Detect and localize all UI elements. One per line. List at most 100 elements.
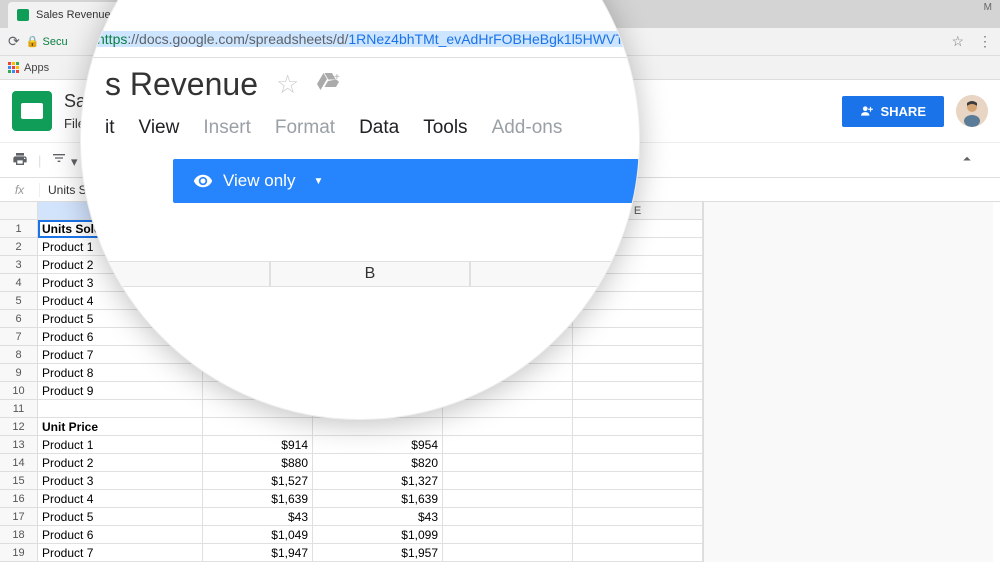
cell[interactable] xyxy=(573,346,703,364)
table-row: 12Unit Price xyxy=(0,418,703,436)
cell[interactable]: Product 1 xyxy=(38,436,203,454)
cell[interactable]: $954 xyxy=(313,436,443,454)
document-title-zoomed[interactable]: s Revenue xyxy=(105,66,258,103)
cell[interactable]: $1,527 xyxy=(203,472,313,490)
cell[interactable]: $820 xyxy=(313,454,443,472)
apps-shortcut[interactable]: Apps xyxy=(8,62,49,74)
cell[interactable] xyxy=(443,454,573,472)
row-header[interactable]: 2 xyxy=(0,238,38,256)
cell[interactable] xyxy=(573,382,703,400)
bookmark-star-icon[interactable]: ☆ xyxy=(951,33,964,50)
row-header[interactable]: 16 xyxy=(0,490,38,508)
cell[interactable] xyxy=(443,472,573,490)
cell[interactable]: $43 xyxy=(313,508,443,526)
row-header[interactable]: 6 xyxy=(0,310,38,328)
cell[interactable]: $914 xyxy=(203,436,313,454)
cell[interactable]: Product 6 xyxy=(38,526,203,544)
cell[interactable] xyxy=(573,400,703,418)
cell[interactable] xyxy=(443,508,573,526)
cell[interactable] xyxy=(573,364,703,382)
fx-label[interactable]: fx xyxy=(0,183,40,197)
cell[interactable]: $1,099 xyxy=(313,526,443,544)
row-header[interactable]: 9 xyxy=(0,364,38,382)
user-avatar[interactable] xyxy=(956,95,988,127)
cell[interactable] xyxy=(573,544,703,562)
table-row: 16Product 4$1,639$1,639 xyxy=(0,490,703,508)
cell[interactable] xyxy=(573,436,703,454)
cell[interactable]: $1,957 xyxy=(313,544,443,562)
filter-icon[interactable]: ▾ xyxy=(51,150,77,170)
reload-icon[interactable]: ⟳ xyxy=(8,33,20,50)
cell[interactable]: $1,639 xyxy=(203,490,313,508)
cell[interactable] xyxy=(573,490,703,508)
menu-insert[interactable]: Insert xyxy=(203,117,251,139)
menu-bar-zoomed: it View Insert Format Data Tools Add-ons xyxy=(81,103,639,139)
row-header[interactable]: 1 xyxy=(0,220,38,238)
menu-data[interactable]: Data xyxy=(359,117,399,139)
cell[interactable] xyxy=(443,526,573,544)
cell[interactable]: Unit Price xyxy=(38,418,203,436)
cell[interactable]: Product 5 xyxy=(38,508,203,526)
chevron-up-icon[interactable] xyxy=(958,150,976,171)
row-header[interactable]: 5 xyxy=(0,292,38,310)
row-header[interactable]: 12 xyxy=(0,418,38,436)
cell[interactable]: Product 4 xyxy=(38,490,203,508)
view-only-button[interactable]: View only ▼ xyxy=(173,159,639,203)
print-icon[interactable] xyxy=(12,151,28,170)
cell[interactable]: Product 2 xyxy=(38,454,203,472)
share-button[interactable]: SHARE xyxy=(842,96,944,127)
eye-icon xyxy=(193,171,213,191)
menu-tools[interactable]: Tools xyxy=(423,117,467,139)
sheets-logo-icon[interactable] xyxy=(12,91,52,131)
row-header[interactable]: 4 xyxy=(0,274,38,292)
row-header[interactable]: 7 xyxy=(0,328,38,346)
menu-addons[interactable]: Add-ons xyxy=(492,117,563,139)
cell[interactable] xyxy=(573,418,703,436)
row-header[interactable]: 10 xyxy=(0,382,38,400)
cell[interactable] xyxy=(573,328,703,346)
row-header[interactable]: 17 xyxy=(0,508,38,526)
cell[interactable]: $1,639 xyxy=(313,490,443,508)
cell[interactable] xyxy=(443,544,573,562)
cell[interactable] xyxy=(573,310,703,328)
menu-view[interactable]: View xyxy=(139,117,180,139)
cell[interactable] xyxy=(443,436,573,454)
cell[interactable] xyxy=(573,508,703,526)
row-header[interactable]: 18 xyxy=(0,526,38,544)
cell[interactable] xyxy=(573,526,703,544)
cell[interactable]: $880 xyxy=(203,454,313,472)
cell[interactable]: $1,947 xyxy=(203,544,313,562)
chrome-profile-letter[interactable]: M xyxy=(984,2,992,13)
drive-icon[interactable]: + xyxy=(315,70,341,99)
star-icon[interactable]: ☆ xyxy=(276,69,299,100)
row-header[interactable]: 8 xyxy=(0,346,38,364)
cell[interactable] xyxy=(38,400,203,418)
cell[interactable] xyxy=(573,454,703,472)
address-bar[interactable]: https://docs.google.com/spreadsheets/d/1… xyxy=(81,25,639,53)
cell[interactable]: Product 3 xyxy=(38,472,203,490)
cell[interactable] xyxy=(443,400,573,418)
row-header[interactable]: 13 xyxy=(0,436,38,454)
cell[interactable]: Product 9 xyxy=(38,382,203,400)
menu-edit[interactable]: it xyxy=(105,117,115,139)
cell[interactable] xyxy=(443,418,573,436)
cell[interactable]: Product 8 xyxy=(38,364,203,382)
sheets-favicon-icon xyxy=(16,8,30,22)
row-header[interactable]: 11 xyxy=(0,400,38,418)
cell[interactable]: Product 7 xyxy=(38,544,203,562)
cell[interactable] xyxy=(313,418,443,436)
row-header[interactable]: 14 xyxy=(0,454,38,472)
cell[interactable]: $1,327 xyxy=(313,472,443,490)
cell[interactable]: $43 xyxy=(203,508,313,526)
select-all-corner[interactable] xyxy=(0,202,38,220)
menu-dots-icon[interactable]: ⋮ xyxy=(978,33,992,50)
menu-format[interactable]: Format xyxy=(275,117,335,139)
cell[interactable] xyxy=(203,418,313,436)
cell[interactable] xyxy=(573,472,703,490)
row-header[interactable]: 15 xyxy=(0,472,38,490)
row-header[interactable]: 3 xyxy=(0,256,38,274)
row-header[interactable]: 19 xyxy=(0,544,38,562)
cell[interactable] xyxy=(443,490,573,508)
cell[interactable]: $1,049 xyxy=(203,526,313,544)
table-row: 13Product 1$914$954 xyxy=(0,436,703,454)
